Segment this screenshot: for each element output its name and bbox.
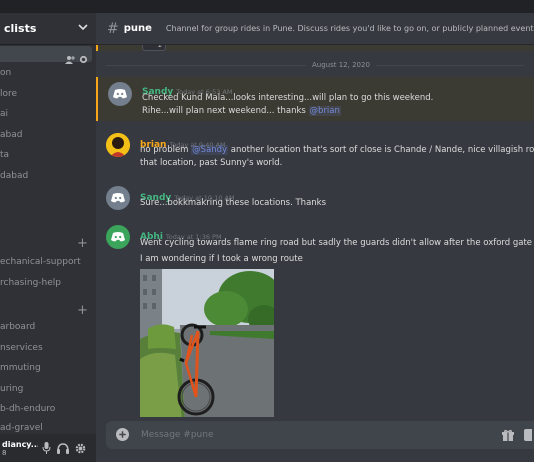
channel-topic[interactable]: Channel for group rides in Pune. Discuss… [166,24,534,33]
user-mention[interactable]: @Sandy [191,145,229,155]
user-avatar[interactable] [106,133,130,157]
user-info[interactable]: diancy... 8 [2,440,38,457]
add-member-icon[interactable] [65,49,75,68]
sidebar-item-channel[interactable]: abad [0,130,22,140]
sidebar-item-channel[interactable]: lore [0,89,17,99]
previous-message-highlight: 1 [96,45,534,51]
message-text-segment: Rihe...will plan next weekend... thanks [142,106,309,116]
sidebar-item-channel[interactable]: rchasing-help [0,278,61,288]
sidebar-item-channel[interactable]: echanical-support [0,257,81,267]
discord-avatar-icon[interactable] [106,186,130,210]
message-text-segment: another location that's sort of close is… [228,145,534,155]
chevron-down-icon [78,23,88,34]
message-input[interactable]: Message #pune [141,430,502,440]
add-channel-icon[interactable]: + [77,304,88,317]
plus-circle-icon[interactable] [116,426,129,445]
message-text: no problem @Sandy another location that'… [140,145,534,155]
message-text: Went cycling towards flame ring road but… [140,238,533,248]
sidebar-item-channel[interactable]: ai [0,109,8,119]
message-text: I am wondering if I took a wrong route [140,254,303,264]
settings-icon[interactable] [79,49,88,68]
sidebar-item-channel[interactable]: b-dh-enduro [0,404,55,414]
sidebar-item-channel[interactable]: uring [0,384,23,394]
gift-icon[interactable] [502,426,514,445]
message-text: Rihe...will plan next weekend... thanks … [142,106,341,116]
add-channel-icon[interactable]: + [77,237,88,250]
server-header[interactable]: clists [0,13,96,45]
sidebar-item-channel[interactable]: on [0,68,11,78]
discord-avatar-icon[interactable] [106,225,130,249]
message-item: Sandy Today at 6:53 AM Checked Kund Mala.… [96,77,534,121]
server-name: clists [4,22,37,35]
sidebar-item-channel[interactable]: mmuting [0,363,41,373]
channel-name: pune [123,23,152,34]
discord-avatar-icon[interactable] [108,82,132,106]
image-attachment[interactable] [140,269,274,417]
message-item: Sandy Today at 10:10 AM Sure...bokkmakrin… [96,183,534,215]
user-discriminator: 8 [2,448,7,457]
sidebar-item-channel[interactable]: ad-gravel [0,423,43,433]
sidebar-item-channel[interactable]: nservices [0,343,43,353]
title-strip [0,0,534,13]
channel-header: # pune Channel for group rides in Pune. … [96,13,534,45]
gear-icon[interactable] [75,439,86,458]
gif-icon[interactable] [524,426,534,445]
user-panel: diancy... 8 [0,434,96,462]
channel-sidebar: clists on lore ai abad ta dabad + echani… [0,13,96,462]
message-text: Sure...bokkmakring these locations. Than… [140,198,327,208]
message-item: brian Today at 9:40 AM no problem @Sandy … [96,129,534,173]
hash-icon: # [107,20,119,37]
sidebar-item-channel[interactable]: arboard [0,322,35,332]
sidebar-item-channel[interactable]: dabad [0,171,28,181]
sidebar-item-channel[interactable]: ta [0,150,9,160]
message-composer[interactable]: Message #pune [106,421,534,449]
message-text: Checked Kund Mala...looks interesting...… [142,93,434,103]
message-text-segment: no problem [140,145,192,155]
message-list: 1 August 12, 2020 Sandy Today at 6:53 AM … [96,45,534,417]
username: diancy... [2,439,38,449]
headphones-icon[interactable] [57,439,69,458]
mic-icon[interactable] [42,439,51,458]
message-text: that location, past Sunny's world. [140,158,283,168]
reaction-badge[interactable]: 1 [142,45,166,51]
user-mention[interactable]: @brian [308,106,341,116]
date-divider-label: August 12, 2020 [306,61,376,69]
